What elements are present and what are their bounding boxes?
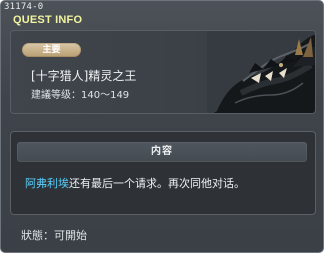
quest-header-panel: 主要 [十字猎人]精灵之王 建議等级：140～149 xyxy=(10,30,316,114)
quest-id-label: 31174-0 xyxy=(4,2,44,12)
quest-name: [十字猎人]精灵之王 xyxy=(31,69,137,83)
recommended-level: 建議等级：140～149 xyxy=(31,90,130,101)
quest-message: 还有最后一个请求。再次同他对话。 xyxy=(69,177,245,190)
quest-status: 狀態：可開始 xyxy=(21,229,87,242)
quest-content-text: 阿弗利埃还有最后一个请求。再次同他对话。 xyxy=(25,177,245,190)
window-title: QUEST INFO xyxy=(13,14,83,26)
quest-content-panel: 内容 阿弗利埃还有最后一个请求。再次同他对话。 xyxy=(10,131,316,215)
npc-name-link[interactable]: 阿弗利埃 xyxy=(25,177,69,190)
quest-info-window: 31174-0 QUEST INFO 主要 [十字猎人]精灵之王 建議等级：14… xyxy=(0,0,324,253)
content-section-header: 内容 xyxy=(17,142,307,162)
quest-type-badge: 主要 xyxy=(22,43,81,57)
dragon-portrait-icon xyxy=(207,31,315,113)
